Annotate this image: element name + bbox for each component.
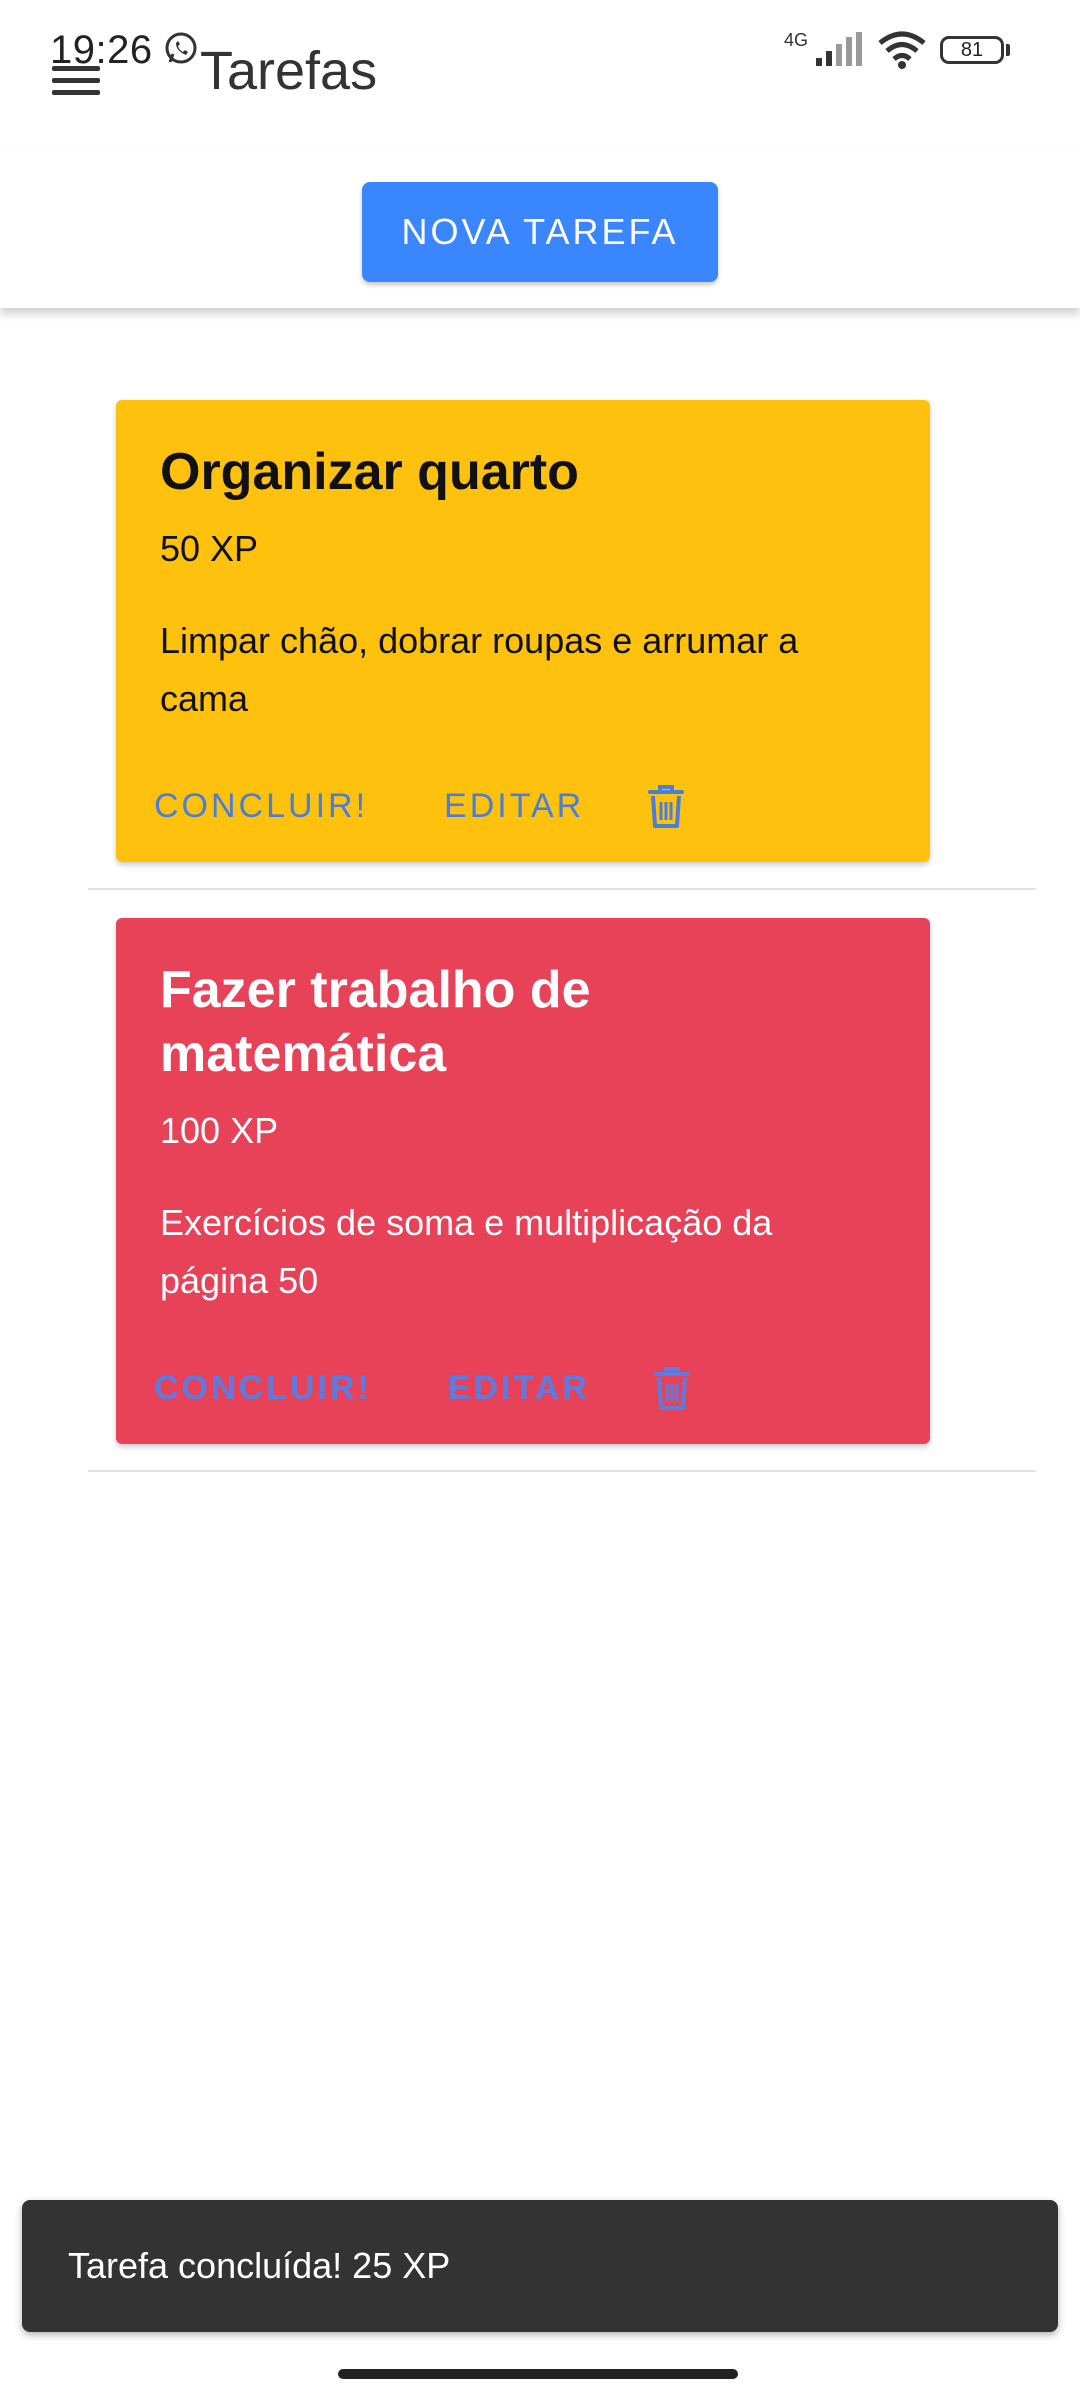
menu-line-middle xyxy=(52,78,100,83)
status-icons: 4G 81 xyxy=(784,28,1010,72)
menu-line-top xyxy=(52,66,100,71)
wifi-icon xyxy=(878,31,926,69)
menu-icon[interactable] xyxy=(48,50,104,98)
home-indicator[interactable] xyxy=(338,2369,738,2379)
action-bar: NOVA TAREFA xyxy=(0,152,1080,308)
page-title: Tarefas xyxy=(200,41,378,101)
task-title: Fazer trabalho de matemática xyxy=(160,961,591,1083)
complete-button[interactable]: CONCLUIR! xyxy=(116,787,368,826)
trash-icon[interactable] xyxy=(646,783,686,829)
snackbar-message: Tarefa concluída! 25 XP xyxy=(68,2245,451,2286)
new-task-button[interactable]: NOVA TAREFA xyxy=(362,182,718,282)
battery-level: 81 xyxy=(940,36,1004,64)
signal-icon xyxy=(816,32,862,66)
edit-button[interactable]: EDITAR xyxy=(410,1369,590,1408)
complete-button[interactable]: CONCLUIR! xyxy=(116,1369,372,1408)
task-actions: CONCLUIR! EDITAR xyxy=(116,770,886,842)
list-item: Fazer trabalho de matemática 100 XP Exer… xyxy=(88,918,1036,1472)
battery-tip xyxy=(1006,44,1010,56)
task-card: Fazer trabalho de matemática 100 XP Exer… xyxy=(116,918,930,1444)
snackbar: Tarefa concluída! 25 XP xyxy=(22,2200,1058,2332)
edit-button[interactable]: EDITAR xyxy=(406,787,584,826)
list-item: Organizar quarto 50 XP Limpar chão, dobr… xyxy=(88,400,1036,890)
task-xp: 100 XP xyxy=(160,1110,279,1151)
network-type-label: 4G xyxy=(783,29,808,50)
task-title: Organizar quarto xyxy=(160,443,579,501)
task-description: Exercícios de soma e multiplicação da pá… xyxy=(160,1202,773,1301)
whatsapp-icon xyxy=(165,32,197,64)
task-actions: CONCLUIR! EDITAR xyxy=(116,1352,886,1424)
menu-line-bottom xyxy=(52,90,100,95)
task-xp: 50 XP xyxy=(160,528,259,569)
task-description: Limpar chão, dobrar roupas e arrumar a c… xyxy=(160,620,799,719)
tasks-screen: 19:26 4G 81 Tarefas NOVA TAREFA Organiza… xyxy=(0,0,1080,2400)
task-card: Organizar quarto 50 XP Limpar chão, dobr… xyxy=(116,400,930,862)
trash-icon[interactable] xyxy=(652,1365,692,1411)
battery-icon: 81 xyxy=(940,36,1010,64)
task-list: Organizar quarto 50 XP Limpar chão, dobr… xyxy=(0,400,1080,1500)
